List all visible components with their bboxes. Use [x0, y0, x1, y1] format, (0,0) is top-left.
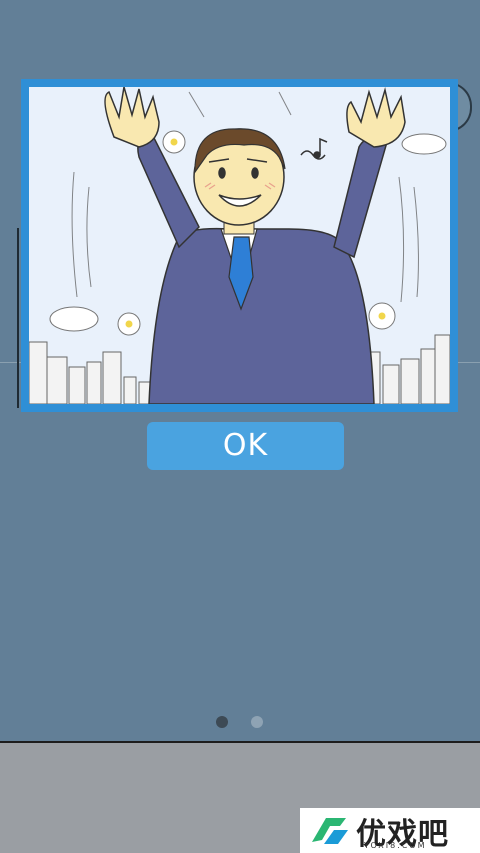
result-dialog-frame [21, 79, 458, 412]
cheering-businessman-illustration [29, 87, 450, 404]
watermark: 优戏吧 YOXI8.COM [300, 808, 480, 853]
page-dot-inactive[interactable] [251, 716, 263, 728]
watermark-url: YOXI8.COM [364, 841, 427, 850]
ok-button[interactable]: OK [147, 422, 344, 470]
result-illustration [29, 87, 450, 404]
page-dot-active[interactable] [216, 716, 228, 728]
background-panel-edge [17, 228, 19, 408]
yoxi8-logo-icon [312, 818, 348, 844]
